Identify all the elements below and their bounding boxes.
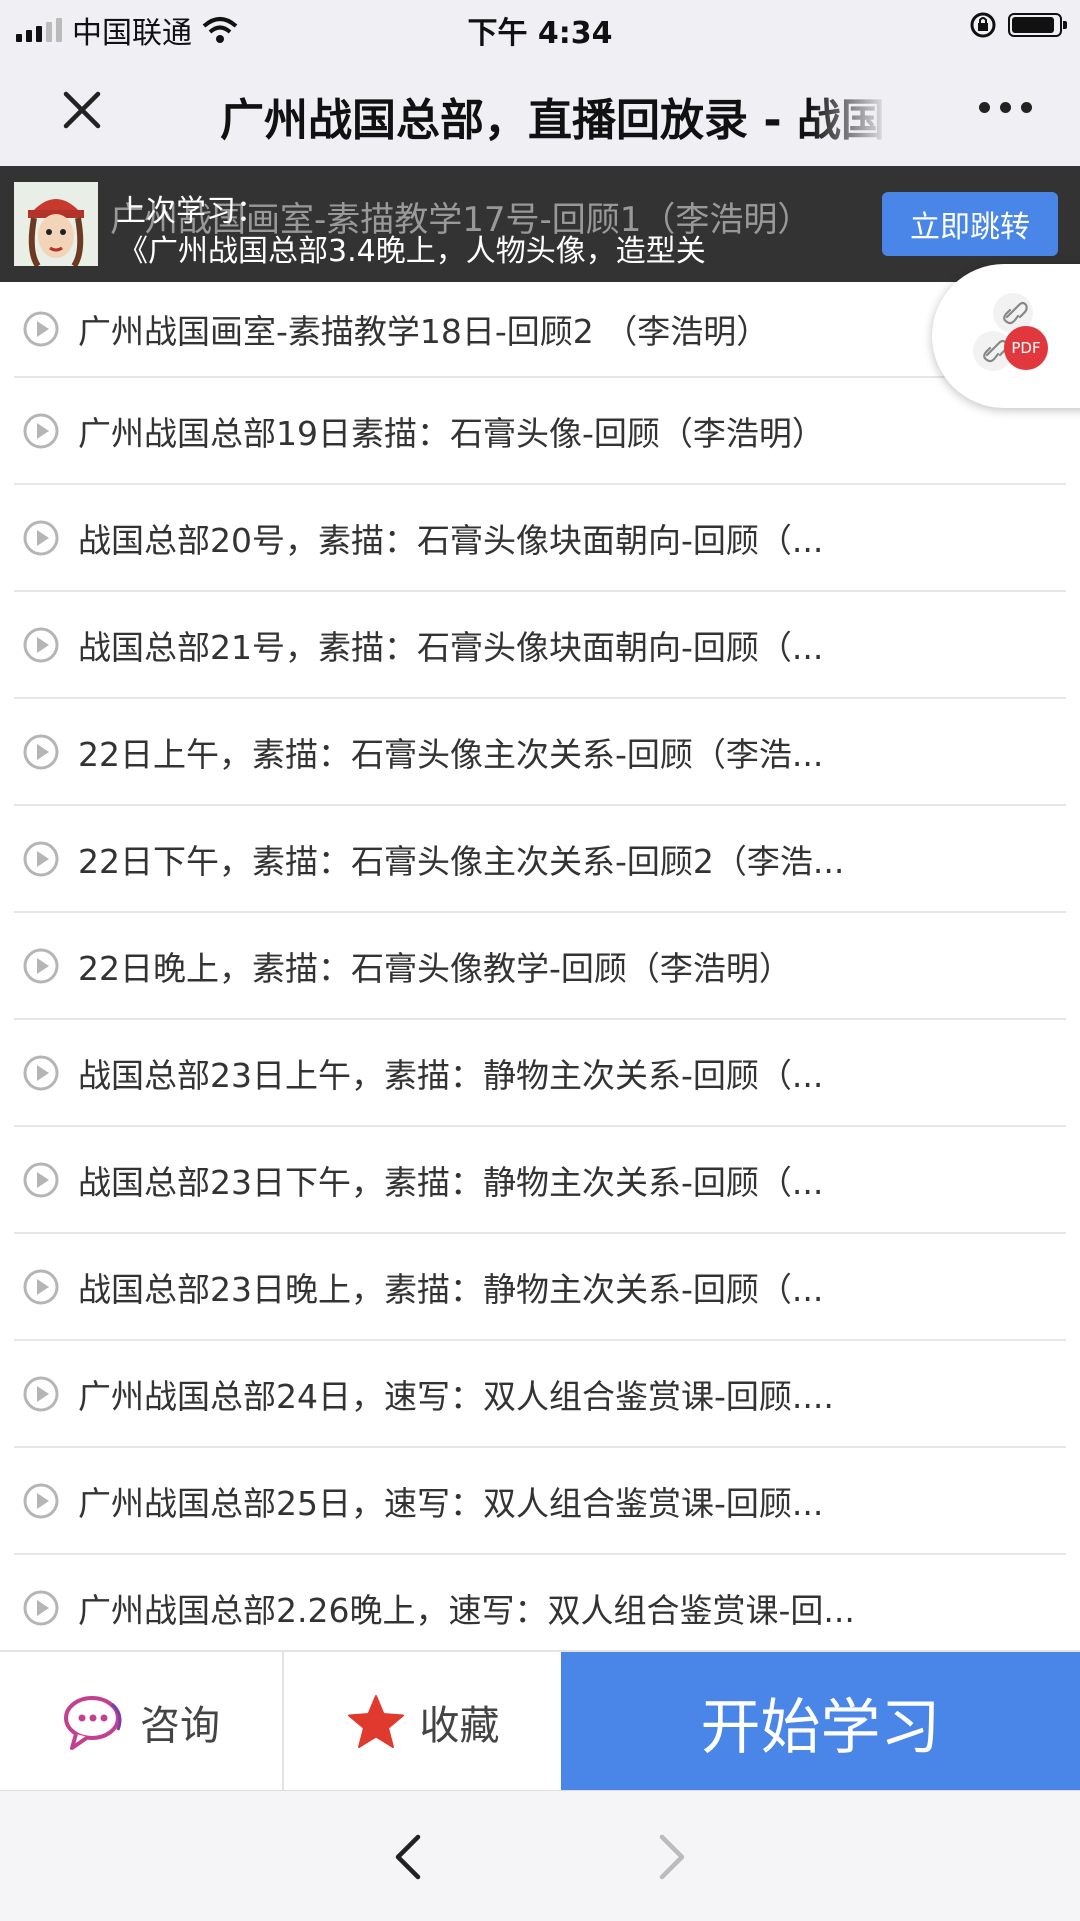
lesson-title: 广州战国画室-素描教学18日-回顾2 （李浩明） <box>78 312 770 351</box>
play-icon <box>23 413 59 448</box>
banner-label: 上次学习： <box>116 194 266 229</box>
battery-icon <box>1008 13 1067 37</box>
play-icon <box>23 627 59 662</box>
play-icon <box>23 1269 59 1304</box>
lesson-item[interactable]: 战国总部20号，素描：石膏头像块面朝向-回顾（... <box>14 485 1066 592</box>
play-icon <box>23 311 59 347</box>
lesson-list: 广州战国画室-素描教学18日-回顾2 （李浩明） 广州战国总部19日素描：石膏头像… <box>0 282 1080 1662</box>
lesson-item[interactable]: 广州战国总部25日，速写：双人组合鉴赏课-回顾... <box>14 1448 1066 1555</box>
close-icon[interactable] <box>52 80 112 140</box>
status-right <box>968 10 1067 40</box>
consult-button[interactable]: 咨询 <box>0 1652 284 1792</box>
play-icon <box>23 1055 59 1090</box>
lesson-item[interactable]: 22日晚上，素描：石膏头像教学-回顾（李浩明） <box>14 913 1066 1020</box>
lesson-title: 战国总部23日晚上，素描：静物主次关系-回顾（... <box>78 1269 824 1309</box>
pdf-icon[interactable]: PDF <box>1004 326 1048 370</box>
lesson-item[interactable]: 战国总部23日上午，素描：静物主次关系-回顾（... <box>14 1020 1066 1127</box>
avatar <box>14 182 98 266</box>
browser-toolbar <box>0 1790 1080 1921</box>
play-icon <box>23 520 59 555</box>
status-time: 下午 4:34 <box>467 16 613 51</box>
bottom-action-bar: 咨询 收藏 开始学习 <box>0 1650 1080 1792</box>
lesson-title: 22日晚上，素描：石膏头像教学-回顾（李浩明） <box>78 948 792 988</box>
play-icon <box>23 1590 59 1625</box>
play-icon <box>23 1162 59 1197</box>
lesson-title: 战国总部20号，素描：石膏头像块面朝向-回顾（... <box>78 520 824 560</box>
lesson-item[interactable]: 广州战国总部2.26晚上，速写：双人组合鉴赏课-回... <box>14 1555 1066 1662</box>
lesson-title: 广州战国总部2.26晚上，速写：双人组合鉴赏课-回... <box>78 1590 855 1630</box>
consult-label: 咨询 <box>140 1703 220 1749</box>
lesson-item[interactable]: 广州战国总部24日，速写：双人组合鉴赏课-回顾.... <box>14 1341 1066 1448</box>
lesson-title: 22日上午，素描：石膏头像主次关系-回顾（李浩... <box>78 734 824 774</box>
banner-course-title: 《广州战国总部3.4晚上，人物头像，造型关 <box>118 234 706 269</box>
star-icon <box>347 1695 404 1748</box>
lesson-title: 广州战国总部19日素描：石膏头像-回顾（李浩明） <box>78 413 825 453</box>
status-bar: 中国联通 下午 4:34 <box>0 0 1080 54</box>
lesson-item[interactable]: 战国总部23日下午，素描：静物主次关系-回顾（... <box>14 1127 1066 1234</box>
floating-menu[interactable]: PDF <box>932 264 1080 408</box>
lesson-title: 22日下午，素描：石膏头像主次关系-回顾2（李浩... <box>78 841 845 881</box>
forward-arrow-icon[interactable] <box>652 1831 692 1883</box>
lesson-title: 战国总部21号，素描：石膏头像块面朝向-回顾（... <box>78 627 824 667</box>
start-learning-button[interactable]: 开始学习 <box>561 1652 1080 1792</box>
play-icon <box>23 1483 59 1518</box>
lesson-item[interactable]: 战国总部21号，素描：石膏头像块面朝向-回顾（... <box>14 592 1066 699</box>
play-icon <box>23 734 59 769</box>
lesson-title: 战国总部23日上午，素描：静物主次关系-回顾（... <box>78 1055 824 1095</box>
play-icon <box>23 1376 59 1411</box>
lesson-item[interactable]: 战国总部23日晚上，素描：静物主次关系-回顾（... <box>14 1234 1066 1341</box>
play-icon <box>23 948 59 983</box>
jump-button[interactable]: 立即跳转 <box>882 192 1058 256</box>
favorite-button[interactable]: 收藏 <box>284 1652 561 1792</box>
lesson-item[interactable]: 广州战国总部19日素描：石膏头像-回顾（李浩明） <box>14 378 1066 485</box>
play-icon <box>23 841 59 876</box>
lesson-title: 广州战国总部24日，速写：双人组合鉴赏课-回顾.... <box>78 1376 834 1416</box>
last-learned-banner[interactable]: 广州战国画室-素描教学17号-回顾1（李浩明） 上次学习： 《广州战国总部3.4… <box>0 166 1080 282</box>
favorite-label: 收藏 <box>419 1703 500 1749</box>
chat-icon <box>64 1696 122 1750</box>
lesson-title: 战国总部23日下午，素描：静物主次关系-回顾（... <box>78 1162 824 1202</box>
more-icon[interactable] <box>979 102 1032 113</box>
lesson-item[interactable]: 22日上午，素描：石膏头像主次关系-回顾（李浩... <box>14 699 1066 806</box>
nav-bar: 广州战国总部，直播回放录 - 战国 <box>0 54 1080 166</box>
rotation-lock-icon <box>970 12 996 38</box>
lesson-title: 广州战国总部25日，速写：双人组合鉴赏课-回顾... <box>78 1483 824 1523</box>
lesson-item[interactable]: 广州战国画室-素描教学18日-回顾2 （李浩明） <box>14 282 1066 378</box>
back-arrow-icon[interactable] <box>388 1831 428 1883</box>
page-title: 广州战国总部，直播回放录 - 战国 <box>220 95 885 146</box>
lesson-item[interactable]: 22日下午，素描：石膏头像主次关系-回顾2（李浩... <box>14 806 1066 913</box>
